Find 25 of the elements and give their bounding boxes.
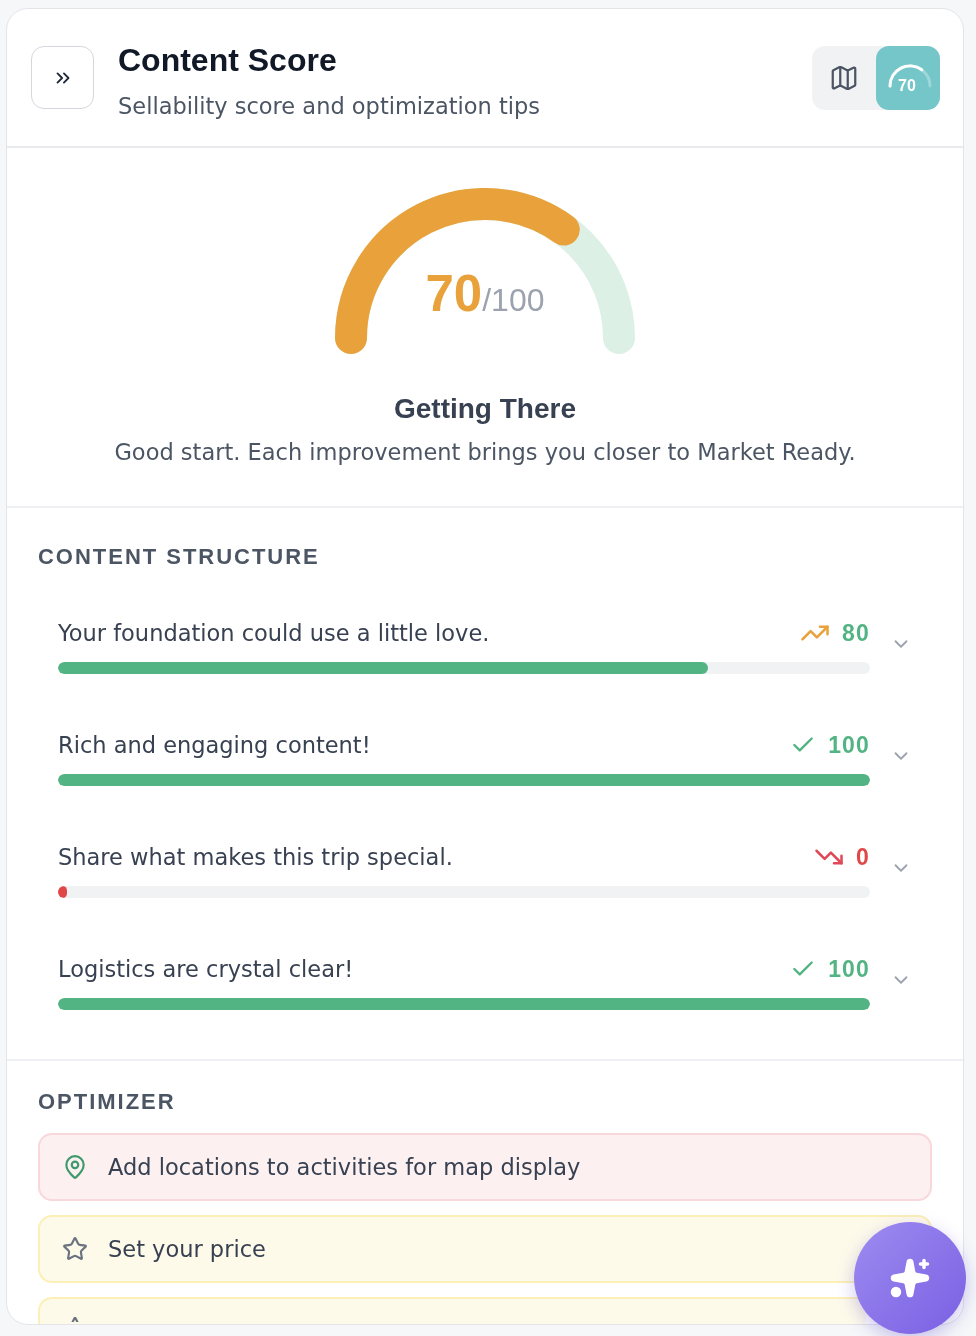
optimizer-tip[interactable]: Add locations to activities for map display bbox=[38, 1133, 932, 1201]
section-heading: CONTENT STRUCTURE bbox=[38, 544, 321, 570]
section-heading: OPTIMIZER bbox=[38, 1089, 177, 1115]
score-max: /100 bbox=[482, 282, 545, 320]
category-score: 80 bbox=[842, 619, 870, 648]
optimizer-tip[interactable]: Set your price bbox=[38, 1215, 932, 1283]
category-label: Your foundation could use a little love. bbox=[58, 619, 490, 648]
star-icon bbox=[62, 1236, 88, 1262]
map-pin-icon bbox=[62, 1154, 88, 1180]
score-badge-text: 70 bbox=[898, 76, 916, 95]
category-score: 100 bbox=[828, 731, 870, 760]
category-score: 100 bbox=[828, 955, 870, 984]
category-label: Logistics are crystal clear! bbox=[58, 955, 354, 984]
category-score: 0 bbox=[856, 843, 870, 872]
collapse-button[interactable] bbox=[31, 46, 94, 109]
score-status: Getting There bbox=[394, 392, 576, 426]
panel-title: Content Score bbox=[118, 41, 338, 78]
sparkles-icon bbox=[889, 1257, 931, 1299]
tip-text: Add locations to activities for map display bbox=[108, 1153, 581, 1182]
score-value: 70 bbox=[425, 266, 483, 322]
panel-subtitle: Sellability score and optimization tips bbox=[118, 91, 542, 120]
category-label: Rich and engaging content! bbox=[58, 731, 371, 760]
category-label: Share what makes this trip special. bbox=[58, 843, 453, 872]
score-message: Good start. Each improvement brings you closer to Market Ready. bbox=[114, 438, 856, 466]
tip-text: Set your price bbox=[108, 1235, 266, 1264]
